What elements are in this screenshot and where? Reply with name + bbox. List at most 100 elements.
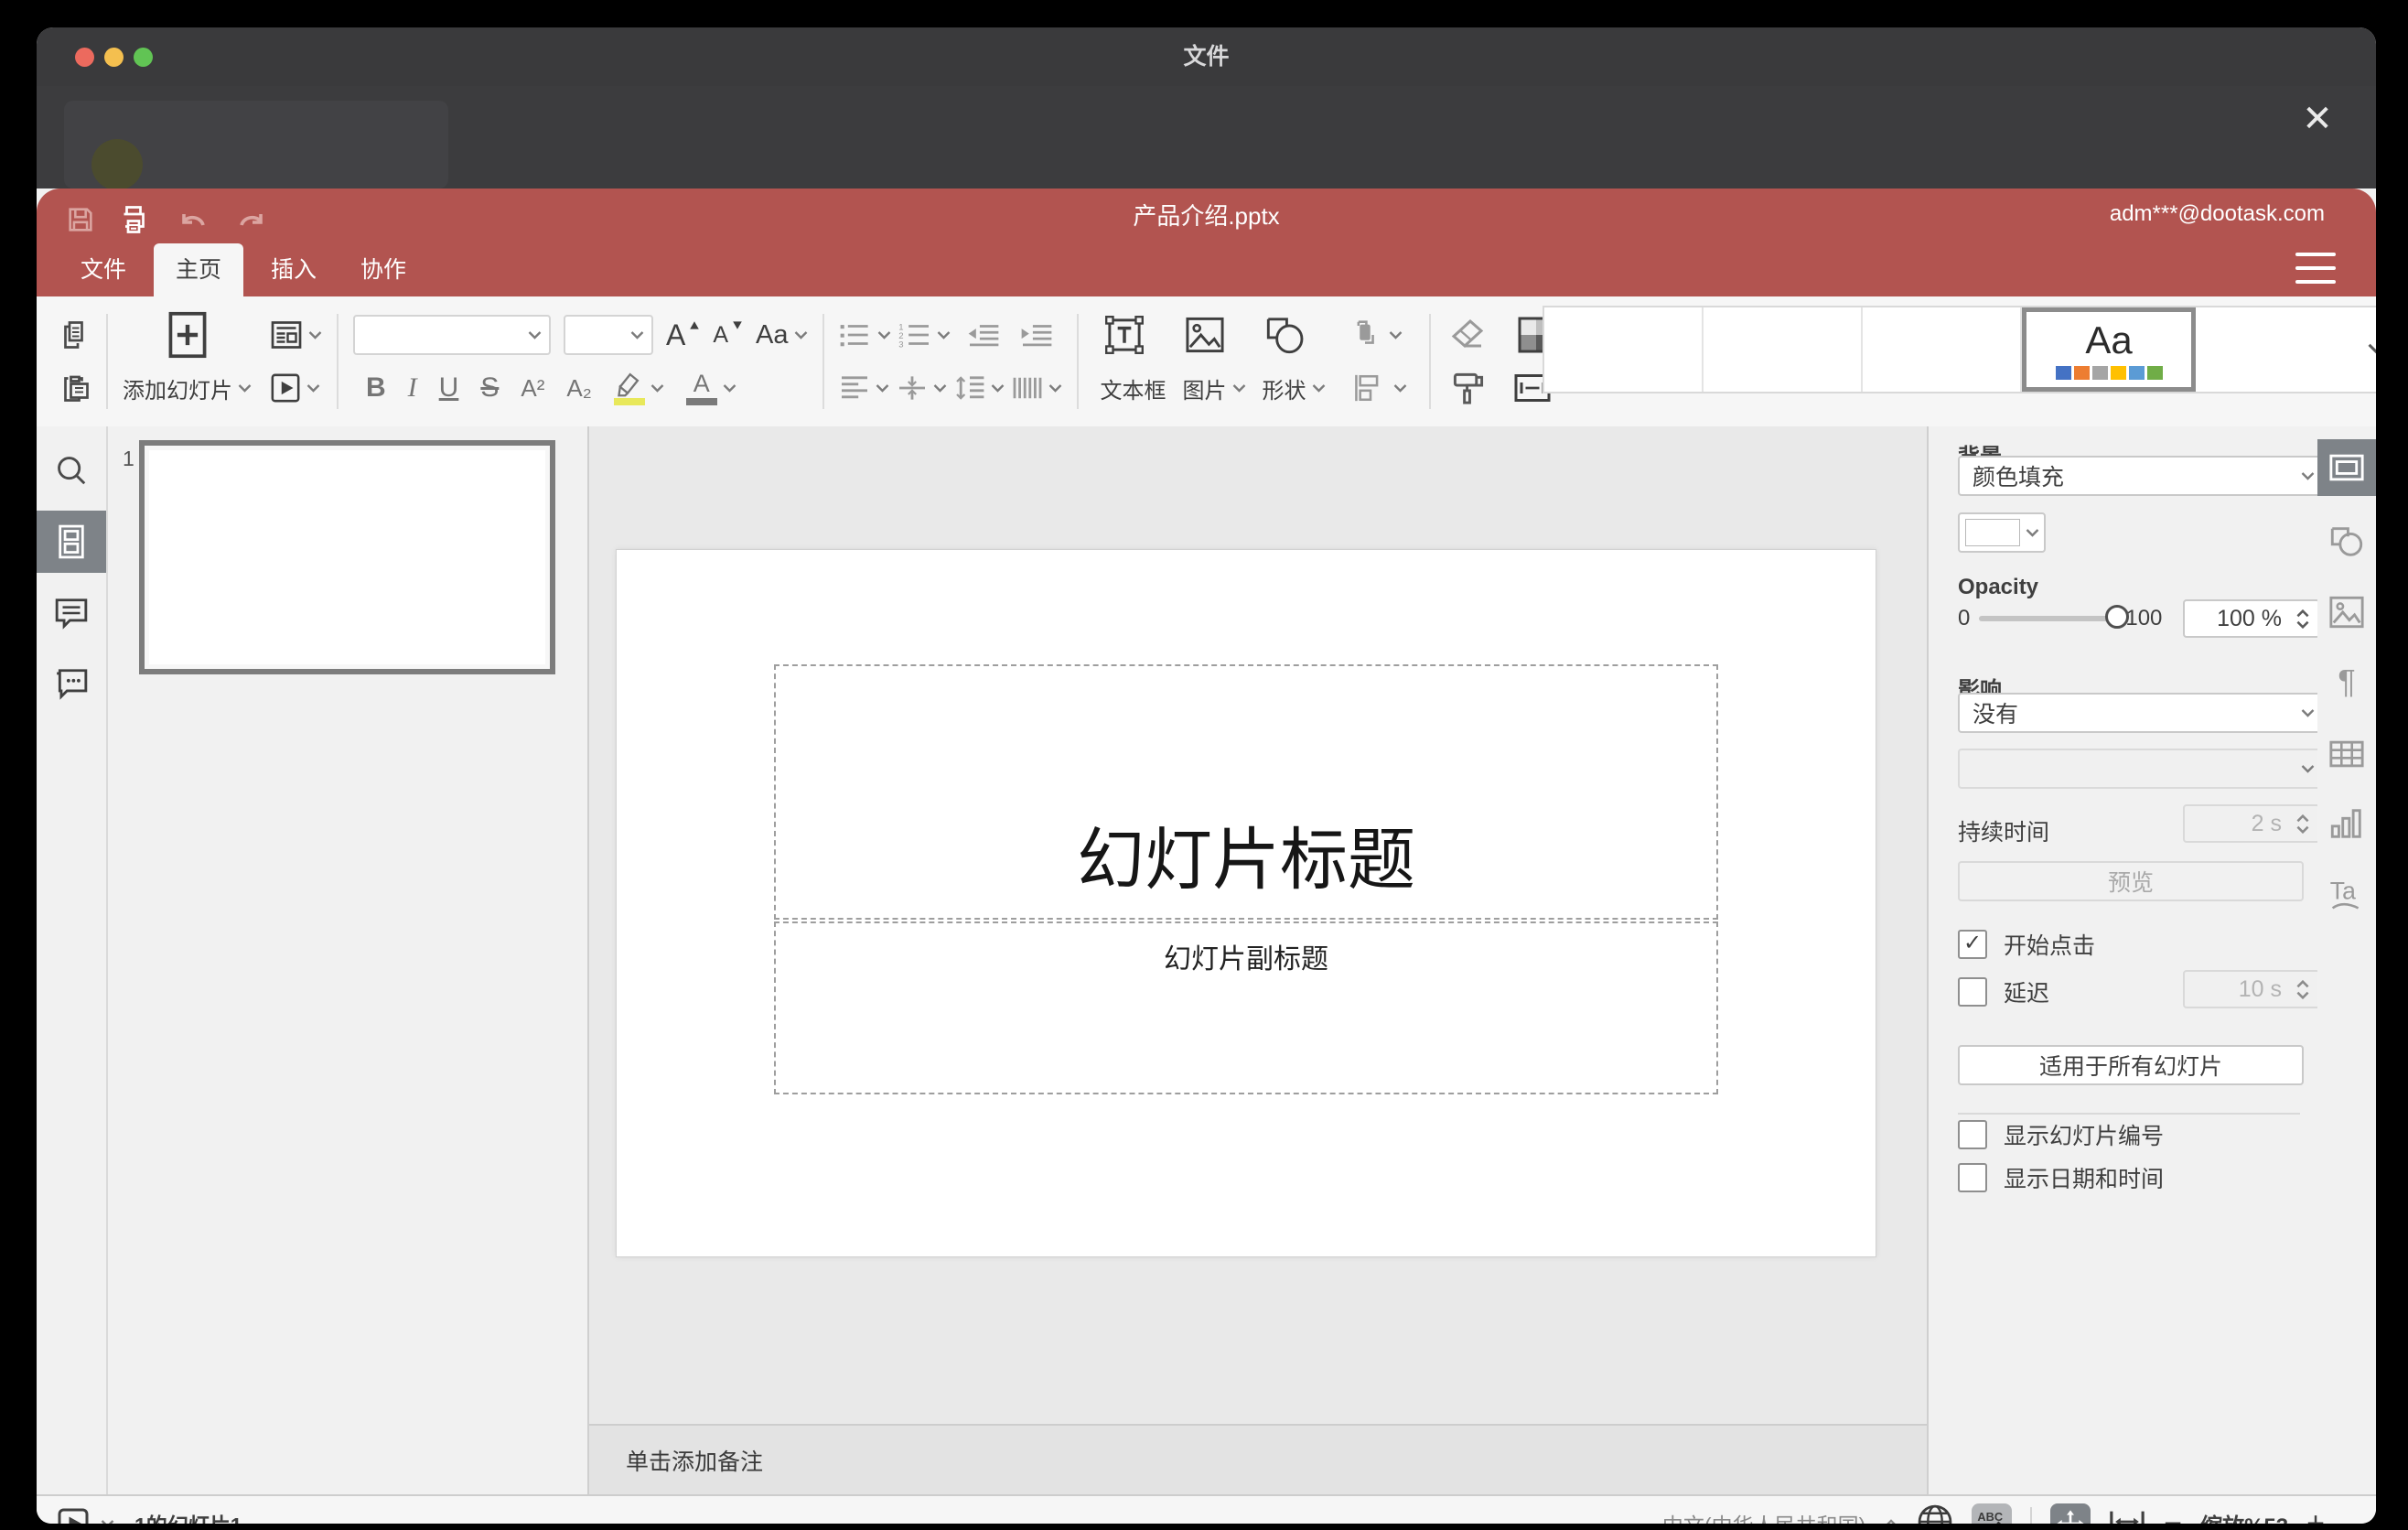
slide-layout-button[interactable] [270, 319, 322, 350]
theme-tile[interactable] [2196, 307, 2353, 392]
title-placeholder[interactable]: 幻灯片标题 [774, 664, 1718, 920]
fill-color-swatch [1965, 519, 2020, 546]
preview-button[interactable]: 预览 [1958, 861, 2304, 901]
tab-collaboration[interactable]: 协作 [339, 243, 428, 296]
eraser-icon[interactable] [1451, 318, 1489, 351]
text-box-icon[interactable] [1104, 315, 1145, 355]
duration-spinner[interactable]: 2 s [2183, 804, 2320, 843]
tab-insert[interactable]: 插入 [249, 243, 339, 296]
text-box-label[interactable]: 文本框 [1101, 372, 1166, 404]
effect-type-select[interactable] [1958, 749, 2329, 789]
add-slide-icon[interactable] [162, 311, 213, 359]
close-icon[interactable]: ✕ [2292, 93, 2343, 145]
change-case-button[interactable]: Aa [756, 320, 807, 350]
zoom-out-button[interactable]: − [2164, 1508, 2182, 1524]
start-on-click-label: 开始点击 [2004, 933, 2096, 959]
bold-button[interactable]: B [366, 372, 386, 404]
app-window: 文件 ✕ 产品介绍.pptx adm***@dootask.com 文件 主页 … [37, 27, 2376, 1524]
slide-title-text: 幻灯片标题 [1077, 822, 1415, 898]
font-name-select[interactable] [353, 315, 551, 355]
show-slide-number-checkbox[interactable] [1958, 1120, 1987, 1149]
chart-settings-icon[interactable] [2317, 795, 2376, 852]
paragraph-settings-icon[interactable]: ¶ [2317, 653, 2376, 710]
slideshow-options-icon[interactable] [101, 1519, 114, 1524]
table-settings-icon[interactable] [2317, 726, 2376, 782]
avatar [91, 139, 143, 189]
image-button[interactable]: 图片 [1183, 372, 1246, 404]
font-color-button[interactable]: A [685, 371, 736, 405]
superscript-button[interactable]: A² [521, 374, 544, 403]
delay-label: 延迟 [2004, 981, 2050, 1007]
image-icon[interactable] [1185, 315, 1225, 355]
tab-home[interactable]: 主页 [154, 243, 244, 296]
increase-indent-icon[interactable] [1020, 321, 1053, 349]
shape-button[interactable]: 形状 [1263, 372, 1326, 404]
show-date-time-checkbox[interactable] [1958, 1163, 1987, 1192]
subtitle-placeholder[interactable]: 幻灯片副标题 [774, 921, 1718, 1094]
image-settings-icon[interactable] [2317, 584, 2376, 641]
italic-button[interactable]: I [408, 372, 417, 404]
vertical-align-button[interactable] [897, 375, 947, 401]
opacity-slider[interactable] [1979, 605, 2130, 629]
shape-settings-icon[interactable] [2317, 513, 2376, 570]
menu-icon[interactable] [2295, 253, 2336, 284]
strikethrough-button[interactable]: S [480, 372, 499, 404]
start-on-click-checkbox[interactable]: ✓ [1958, 930, 1987, 959]
spellcheck-icon[interactable]: ABC [1972, 1503, 2013, 1524]
copy-icon[interactable] [59, 318, 91, 351]
slide-canvas[interactable]: 幻灯片标题 幻灯片副标题 [616, 549, 1876, 1257]
start-slideshow-status-button[interactable] [57, 1507, 90, 1524]
paste-icon[interactable] [59, 372, 91, 404]
apply-to-all-slides-button[interactable]: 适用于所有幻灯片 [1958, 1045, 2304, 1085]
tab-file[interactable]: 文件 [59, 243, 148, 296]
slide-settings-icon[interactable] [2317, 439, 2376, 496]
subscript-button[interactable]: A₂ [566, 374, 591, 403]
horizontal-align-button[interactable] [839, 375, 889, 401]
align-objects-button[interactable] [1353, 372, 1407, 404]
start-on-click-row: ✓ 开始点击 [1958, 928, 2095, 961]
decrease-font-icon[interactable]: A [713, 321, 743, 349]
document-language[interactable]: 中文(中华人民共和国) [1662, 1508, 1865, 1524]
slides-panel-icon[interactable] [37, 511, 106, 573]
theme-tile[interactable] [1544, 307, 1704, 392]
arrange-shape-button[interactable] [1347, 317, 1403, 353]
spellcheck-language-icon[interactable] [1917, 1503, 1953, 1524]
slide-number: 1 [123, 447, 134, 470]
language-caret-icon[interactable] [1884, 1519, 1898, 1524]
decrease-indent-icon[interactable] [967, 321, 1000, 349]
delay-checkbox[interactable] [1958, 977, 1987, 1007]
opacity-spinner[interactable]: 100 % [2183, 599, 2320, 638]
add-slide-button[interactable]: 添加幻灯片 [123, 372, 252, 404]
status-bar: 1的幻灯片1 中文(中华人民共和国) ABC − 缩放%53 + [37, 1494, 2376, 1524]
underline-button[interactable]: U [439, 372, 459, 404]
chat-icon[interactable] [37, 652, 106, 715]
theme-tile[interactable] [1863, 307, 2022, 392]
search-icon[interactable] [37, 439, 106, 501]
increase-font-icon[interactable]: A [666, 318, 700, 352]
copy-style-icon[interactable] [1451, 371, 1486, 405]
comments-icon[interactable] [37, 582, 106, 644]
theme-tile[interactable] [1704, 307, 1863, 392]
line-spacing-button[interactable] [954, 375, 1005, 401]
highlight-color-button[interactable] [613, 372, 664, 405]
notes-area[interactable]: 单击添加备注 [589, 1424, 1927, 1494]
fill-type-select[interactable]: 颜色填充 [1958, 456, 2329, 496]
zoom-in-button[interactable]: + [2306, 1508, 2325, 1524]
effect-select[interactable]: 没有 [1958, 693, 2329, 733]
theme-gallery-expand-icon[interactable] [2353, 307, 2376, 392]
delay-spinner[interactable]: 10 s [2183, 970, 2320, 1008]
text-art-settings-icon[interactable]: Ta [2317, 866, 2376, 922]
start-slideshow-button[interactable] [270, 372, 320, 404]
slide-editor-canvas[interactable]: 幻灯片标题 幻灯片副标题 [589, 426, 1927, 1424]
slide-thumbnail-1[interactable] [139, 440, 555, 674]
ribbon-toolbar: 添加幻灯片 A A Aa B I U S A² A₂ A 1 2 3 文本框 图… [37, 296, 2376, 428]
theme-tile-selected[interactable]: Aa [2022, 307, 2196, 392]
fill-color-picker[interactable] [1958, 512, 2046, 553]
font-size-select[interactable] [564, 315, 653, 355]
numbered-list-button[interactable]: 123 [898, 321, 951, 349]
shape-icon[interactable] [1264, 315, 1306, 355]
fit-to-slide-icon[interactable] [2050, 1503, 2091, 1524]
fit-to-width-icon[interactable] [2109, 1508, 2145, 1524]
columns-button[interactable] [1012, 375, 1062, 401]
bullet-list-button[interactable] [839, 321, 891, 349]
